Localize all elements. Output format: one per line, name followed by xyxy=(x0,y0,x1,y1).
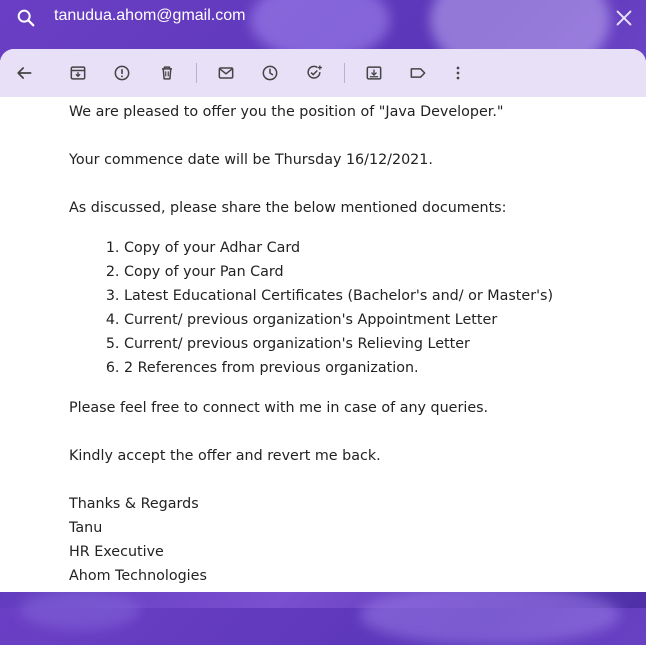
add-task-icon[interactable] xyxy=(303,62,325,84)
list-item: Copy of your Pan Card xyxy=(124,260,629,284)
accept-line: Kindly accept the offer and revert me ba… xyxy=(69,448,381,464)
list-item: Latest Educational Certificates (Bachelo… xyxy=(124,284,629,308)
mark-unread-icon[interactable] xyxy=(215,62,237,84)
search-input[interactable]: tanudua.ahom@gmail.com xyxy=(54,7,245,25)
signature-name: Tanu xyxy=(69,520,103,536)
list-item: Copy of your Adhar Card xyxy=(124,236,629,260)
email-toolbar xyxy=(0,49,646,97)
email-panel: We are pleased to offer you the position… xyxy=(0,49,646,592)
offer-line: We are pleased to offer you the position… xyxy=(69,104,504,120)
documents-list: Copy of your Adhar Card Copy of your Pan… xyxy=(69,236,629,380)
back-arrow-icon[interactable] xyxy=(13,62,35,84)
signature-company: Ahom Technologies xyxy=(69,568,207,584)
close-icon[interactable] xyxy=(613,7,635,29)
email-body: We are pleased to offer you the position… xyxy=(69,100,629,588)
search-icon[interactable] xyxy=(15,7,37,29)
list-item: 2 References from previous organization. xyxy=(124,356,629,380)
queries-line: Please feel free to connect with me in c… xyxy=(69,400,489,416)
list-item: Current/ previous organization's Relievi… xyxy=(124,332,629,356)
signature: Thanks & Regards Tanu HR Executive Ahom … xyxy=(69,492,629,588)
toolbar-divider xyxy=(344,63,345,83)
toolbar-divider xyxy=(196,63,197,83)
snooze-icon[interactable] xyxy=(259,62,281,84)
list-item: Current/ previous organization's Appoint… xyxy=(124,308,629,332)
search-bar: tanudua.ahom@gmail.com xyxy=(0,0,646,38)
commence-date-line: Your commence date will be Thursday 16/1… xyxy=(69,152,433,168)
more-vert-icon[interactable] xyxy=(447,62,469,84)
archive-icon[interactable] xyxy=(67,62,89,84)
move-to-icon[interactable] xyxy=(363,62,385,84)
signature-title: HR Executive xyxy=(69,544,164,560)
label-icon[interactable] xyxy=(407,62,429,84)
delete-icon[interactable] xyxy=(156,62,178,84)
documents-intro: As discussed, please share the below men… xyxy=(69,200,507,216)
signature-closing: Thanks & Regards xyxy=(69,496,199,512)
report-spam-icon[interactable] xyxy=(111,62,133,84)
